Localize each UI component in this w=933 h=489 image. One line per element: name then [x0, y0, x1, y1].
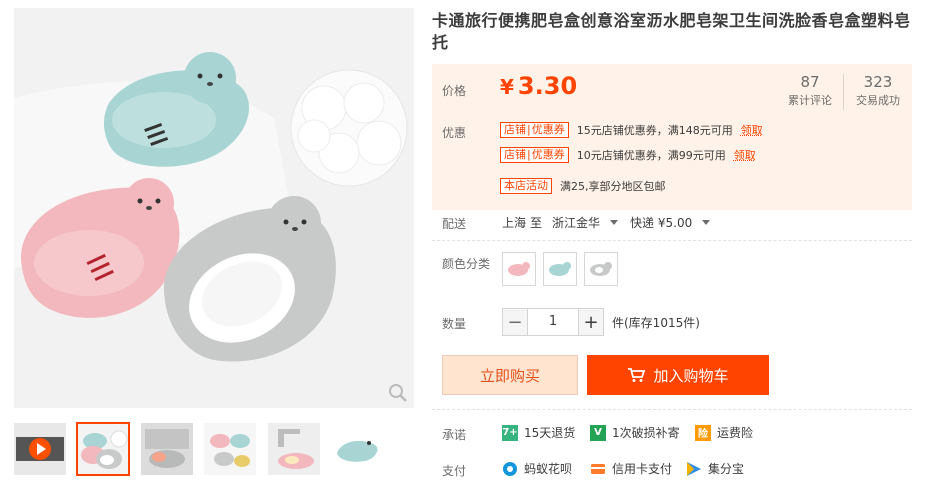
price-value: ¥3.30	[500, 72, 577, 100]
coupon-tag: 店铺|优惠券	[500, 147, 569, 163]
currency-symbol: ¥	[500, 75, 514, 99]
payment-label: 支付	[442, 464, 467, 478]
coupon-tag-type: 优惠券	[531, 148, 565, 161]
price-amount: 3.30	[517, 72, 578, 100]
color-option-blue[interactable]	[543, 252, 577, 286]
bath-pouf	[290, 69, 408, 187]
promo-label: 优惠	[442, 126, 467, 140]
main-product-image	[14, 8, 414, 408]
color-option-pink[interactable]	[502, 252, 536, 286]
activity-text: 满25,享部分地区包邮	[560, 180, 666, 193]
coupon-tag: 店铺|优惠券	[500, 122, 569, 138]
ship-from: 上海	[502, 216, 527, 230]
promise-return-text: 15天退货	[524, 426, 576, 440]
quantity-input[interactable]: 1	[528, 308, 578, 336]
buy-now-button[interactable]: 立即购买	[442, 355, 578, 395]
ship-method[interactable]: 快递 ¥5.00	[630, 214, 692, 231]
payment-credit-card[interactable]: 信用卡支付	[590, 460, 672, 477]
cart-icon	[628, 368, 646, 382]
payment-huabei-text: 蚂蚁花呗	[524, 462, 573, 476]
sales-count-stat: 323 交易成功	[846, 72, 910, 110]
thumbnail-video[interactable]	[14, 423, 66, 475]
coupon-row: 店铺|优惠券 10元店铺优惠券，满99元可用 领取	[500, 146, 756, 164]
shipping-info: 上海 至 浙江金华 快递 ¥5.00	[502, 214, 718, 231]
method-dropdown-icon[interactable]	[702, 220, 711, 225]
promise-insurance-text: 运费险	[717, 426, 754, 440]
payment-jifenbao[interactable]: 集分宝	[686, 460, 744, 477]
claim-coupon-link[interactable]: 领取	[741, 122, 763, 138]
activity-row: 本店活动 满25,享部分地区包邮	[500, 177, 666, 195]
jifenbao-icon	[687, 461, 701, 476]
price-label: 价格	[442, 84, 467, 98]
price-panel: 价格 ¥3.30 87 累计评论 323 交易成功 优惠 店铺|优惠券 15元店…	[432, 64, 912, 210]
coupon-text: 10元店铺优惠券，满99元可用	[576, 149, 726, 162]
insurance-icon: 险	[695, 424, 711, 441]
return-icon: 7+	[502, 424, 518, 441]
zoom-icon[interactable]	[388, 383, 408, 403]
review-count: 87	[800, 73, 820, 91]
coupon-tag-shop: 店铺	[504, 123, 526, 136]
stat-divider	[843, 74, 844, 110]
stock-text: 件(库存1015件)	[612, 316, 700, 330]
review-count-label: 累计评论	[788, 94, 832, 107]
sales-count-label: 交易成功	[856, 94, 900, 107]
divider	[432, 240, 912, 241]
ship-to-word: 至	[530, 216, 543, 230]
quantity-label: 数量	[442, 317, 467, 331]
coupon-tag-type: 优惠券	[531, 123, 565, 136]
review-count-stat[interactable]: 87 累计评论	[778, 72, 842, 110]
credit-card-icon	[591, 463, 605, 474]
promise-label: 承诺	[442, 428, 467, 442]
claim-coupon-link[interactable]: 领取	[734, 147, 756, 163]
ship-destination[interactable]: 浙江金华	[552, 214, 600, 231]
promise-breakage-text: 1次破损补寄	[612, 426, 680, 440]
thumbnail-3[interactable]	[204, 423, 256, 475]
add-to-cart-button[interactable]: 加入购物车	[587, 355, 769, 395]
thumbnail-5[interactable]	[331, 423, 383, 475]
color-label: 颜色分类	[442, 257, 491, 271]
divider	[432, 409, 912, 410]
promise-insurance[interactable]: 险 运费险	[695, 424, 753, 441]
coupon-text: 15元店铺优惠券，满148元可用	[576, 124, 733, 137]
coupon-tag-shop: 店铺	[504, 148, 526, 161]
activity-tag: 本店活动	[500, 178, 552, 194]
huabei-icon	[503, 461, 517, 476]
payment-huabei[interactable]: 蚂蚁花呗	[502, 460, 572, 477]
color-option-gray[interactable]	[584, 252, 618, 286]
sales-count: 323	[863, 73, 893, 91]
promise-return[interactable]: 7+ 15天退货	[502, 424, 575, 441]
thumbnail-strip	[14, 422, 414, 479]
shipping-row: 配送 上海 至 浙江金华 快递 ¥5.00	[432, 214, 912, 234]
promise-breakage[interactable]: V 1次破损补寄	[590, 424, 680, 441]
thumbnail-1[interactable]	[76, 422, 130, 476]
add-to-cart-label: 加入购物车	[653, 366, 729, 385]
thumbnail-2[interactable]	[141, 423, 193, 475]
payment-credit-card-text: 信用卡支付	[612, 462, 673, 476]
shipping-label: 配送	[442, 217, 467, 231]
thumbnail-4[interactable]	[268, 423, 320, 475]
quantity-increase-button[interactable]: +	[578, 308, 604, 336]
shield-check-icon: V	[590, 424, 606, 441]
destination-dropdown-icon[interactable]	[610, 220, 619, 225]
quantity-decrease-button[interactable]: −	[502, 308, 528, 336]
product-title: 卡通旅行便携肥皂盒创意浴室沥水肥皂架卫生间洗脸香皂盒塑料皂托	[432, 11, 911, 52]
payment-jifenbao-text: 集分宝	[708, 462, 745, 476]
product-photo	[14, 8, 414, 408]
coupon-row: 店铺|优惠券 15元店铺优惠券，满148元可用 领取	[500, 121, 763, 139]
